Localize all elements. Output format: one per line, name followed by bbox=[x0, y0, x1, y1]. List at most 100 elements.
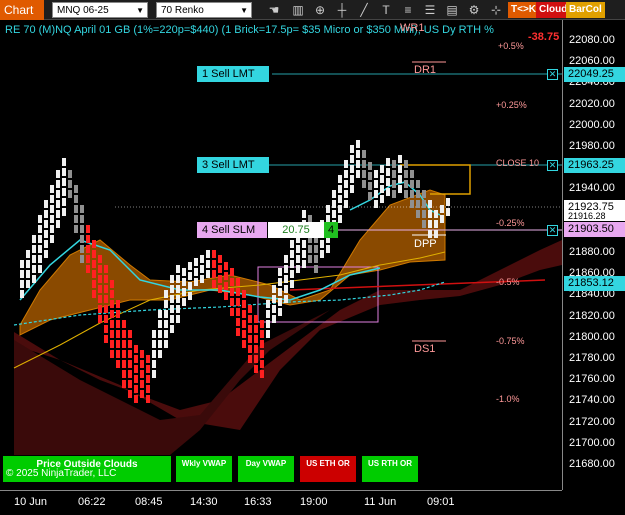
renko-brick bbox=[32, 235, 36, 243]
us-eth-or-button[interactable]: US ETH OR bbox=[300, 456, 356, 482]
day-vwap-button[interactable]: Day VWAP bbox=[238, 456, 294, 482]
pct-label: +0.25% bbox=[496, 100, 527, 110]
renko-brick bbox=[308, 255, 312, 263]
sell-lmt-1-order[interactable]: 1 Sell LMT bbox=[197, 66, 269, 82]
properties-icon[interactable]: ☰ bbox=[422, 2, 438, 18]
renko-brick bbox=[410, 170, 414, 178]
renko-brick bbox=[206, 270, 210, 278]
settings-icon[interactable]: ⚙ bbox=[466, 2, 482, 18]
bar-chart-icon[interactable]: ▤ bbox=[444, 2, 460, 18]
zoom-icon[interactable]: ⊕ bbox=[312, 2, 328, 18]
sell-slm-value[interactable]: 20.75 bbox=[268, 222, 324, 238]
pin-icon[interactable]: ⊹ bbox=[488, 2, 504, 18]
renko-brick bbox=[170, 295, 174, 303]
renko-brick bbox=[68, 180, 72, 188]
renko-brick bbox=[74, 185, 78, 193]
renko-brick bbox=[200, 275, 204, 283]
time-axis[interactable]: 10 Jun 06:22 08:45 14:30 16:33 19:00 11 Jun 09:… bbox=[0, 490, 562, 515]
weekly-vwap-button[interactable]: Wkly VWAP bbox=[176, 456, 232, 482]
instrument-selector[interactable]: MNQ 06-25 ▼ bbox=[52, 2, 148, 18]
close-label: CLOSE 10 bbox=[496, 158, 540, 168]
price-tick-label: 21800.00 bbox=[569, 330, 615, 343]
renko-brick bbox=[140, 370, 144, 378]
chart-tab[interactable]: Chart bbox=[0, 0, 44, 20]
period-selector[interactable]: 70 Renko ▼ bbox=[156, 2, 252, 18]
us-rth-or-button[interactable]: US RTH OR bbox=[362, 456, 418, 482]
renko-brick bbox=[350, 175, 354, 183]
renko-brick bbox=[146, 385, 150, 393]
line-icon[interactable]: ╱ bbox=[356, 2, 372, 18]
hand-cursor-icon[interactable]: ☚ bbox=[266, 2, 282, 18]
renko-brick bbox=[290, 250, 294, 258]
tk-button[interactable]: T<>K bbox=[508, 2, 540, 18]
renko-brick bbox=[32, 265, 36, 273]
sell-lmt-3-order[interactable]: 3 Sell LMT bbox=[197, 157, 269, 173]
renko-brick bbox=[242, 340, 246, 348]
renko-brick bbox=[20, 270, 24, 278]
time-tick-label: 08:45 bbox=[135, 496, 163, 508]
renko-brick bbox=[188, 272, 192, 280]
renko-brick bbox=[332, 200, 336, 208]
renko-brick bbox=[110, 280, 114, 288]
renko-brick bbox=[290, 240, 294, 248]
price-plot[interactable] bbox=[0, 20, 562, 490]
renko-brick bbox=[32, 275, 36, 283]
price-axis[interactable]: 22080.00 22060.00 22040.00 22020.00 22000.00… bbox=[562, 20, 625, 490]
renko-brick bbox=[62, 188, 66, 196]
renko-brick bbox=[338, 195, 342, 203]
renko-brick bbox=[434, 210, 438, 218]
bars-icon[interactable]: ▥ bbox=[290, 2, 306, 18]
renko-brick bbox=[248, 315, 252, 323]
renko-brick bbox=[164, 320, 168, 328]
renko-brick bbox=[260, 340, 264, 348]
renko-brick bbox=[194, 278, 198, 286]
renko-brick bbox=[176, 305, 180, 313]
renko-brick bbox=[236, 328, 240, 336]
renko-brick bbox=[416, 190, 420, 198]
renko-brick bbox=[32, 255, 36, 263]
renko-brick bbox=[140, 390, 144, 398]
period-label: 70 Renko bbox=[161, 5, 204, 16]
renko-brick bbox=[200, 265, 204, 273]
renko-brick bbox=[176, 315, 180, 323]
price-tick-label: 21760.00 bbox=[569, 373, 615, 386]
renko-brick bbox=[248, 345, 252, 353]
renko-brick bbox=[188, 292, 192, 300]
renko-brick bbox=[62, 198, 66, 206]
sell-slm-order[interactable]: 4 Sell SLM bbox=[197, 222, 267, 238]
renko-brick bbox=[98, 305, 102, 313]
renko-brick bbox=[122, 330, 126, 338]
pct-label: -0.25% bbox=[496, 218, 525, 228]
price-tick-label: 21880.00 bbox=[569, 246, 615, 258]
time-tick-label: 06:22 bbox=[78, 496, 106, 508]
close-order-icon[interactable]: ✕ bbox=[547, 69, 558, 80]
renko-brick bbox=[296, 245, 300, 253]
renko-brick bbox=[404, 170, 408, 178]
renko-brick bbox=[272, 315, 276, 323]
renko-brick bbox=[356, 150, 360, 158]
lines-icon[interactable]: ≡ bbox=[400, 2, 416, 18]
chevron-down-icon: ▼ bbox=[240, 6, 248, 15]
pct-label: -1.0% bbox=[496, 394, 520, 404]
renko-brick bbox=[242, 300, 246, 308]
renko-brick bbox=[404, 180, 408, 188]
renko-brick bbox=[80, 245, 84, 253]
crosshair-icon[interactable]: ┼ bbox=[334, 2, 350, 18]
renko-brick bbox=[386, 188, 390, 196]
renko-brick bbox=[134, 395, 138, 403]
text-icon[interactable]: T bbox=[378, 2, 394, 18]
renko-brick bbox=[50, 235, 54, 243]
price-tick-label: 22000.00 bbox=[569, 118, 615, 131]
renko-brick bbox=[98, 265, 102, 273]
renko-brick bbox=[182, 288, 186, 296]
renko-brick bbox=[320, 250, 324, 258]
renko-brick bbox=[350, 185, 354, 193]
dr1-label: DR1 bbox=[414, 64, 437, 76]
renko-brick bbox=[212, 270, 216, 278]
sell-slm-qty[interactable]: 4 bbox=[324, 222, 338, 238]
renko-brick bbox=[356, 160, 360, 168]
close-order-icon[interactable]: ✕ bbox=[547, 160, 558, 171]
close-order-icon[interactable]: ✕ bbox=[547, 225, 558, 236]
barcol-button[interactable]: BarCol bbox=[566, 2, 605, 18]
renko-brick bbox=[356, 140, 360, 148]
